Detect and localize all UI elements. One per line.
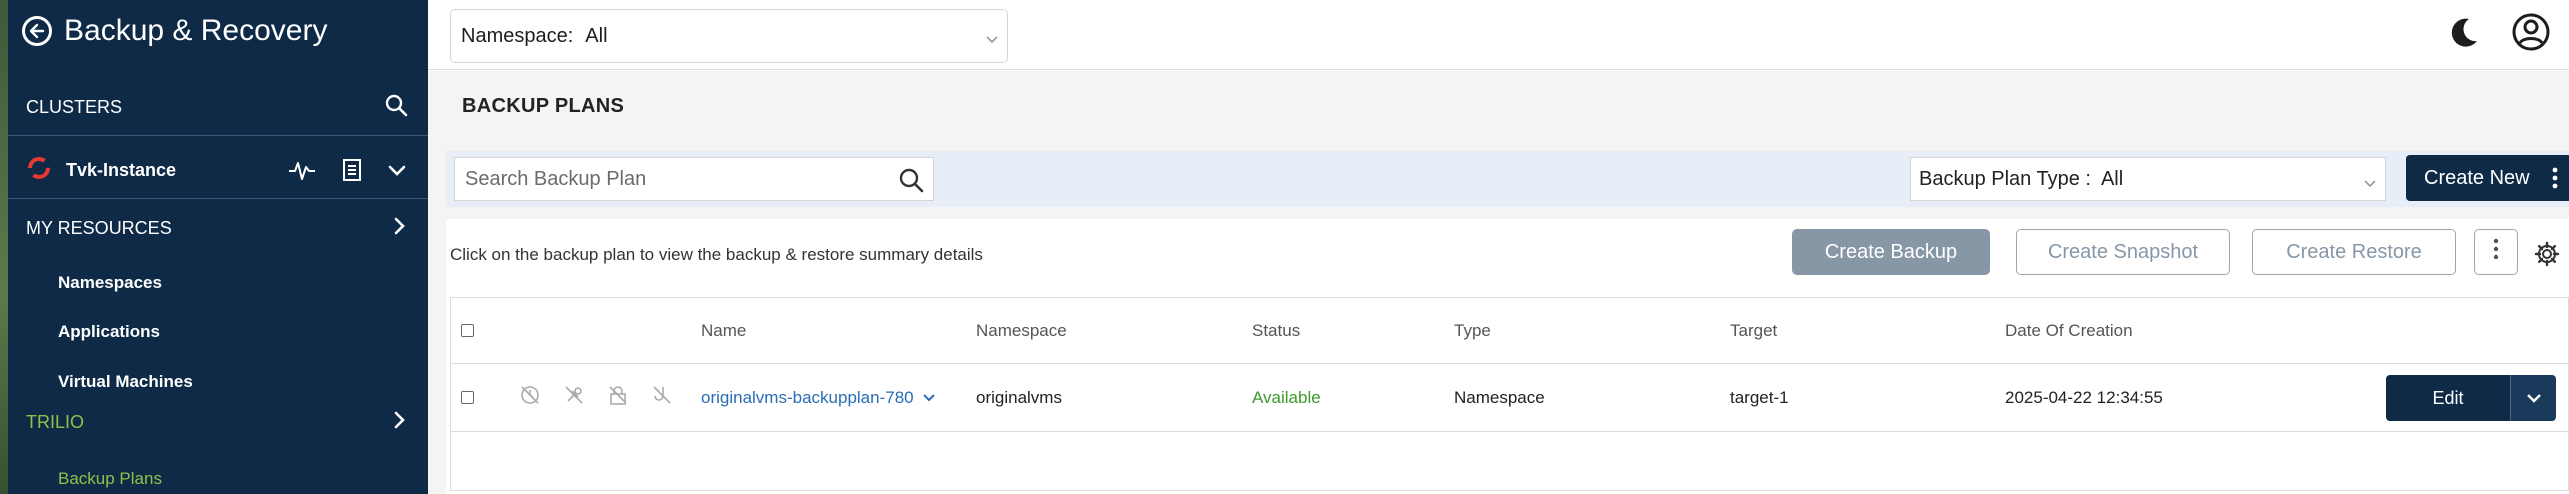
table-header: Name Namespace Status Type Target Date O… xyxy=(451,298,2568,364)
top-bar: Namespace: All xyxy=(428,0,2569,70)
chevron-down-icon xyxy=(2526,388,2542,408)
chevron-down-icon xyxy=(985,28,999,51)
hint-text: Click on the backup plan to view the bac… xyxy=(450,245,983,264)
column-header[interactable]: Date Of Creation xyxy=(2005,298,2133,363)
chevron-down-icon[interactable] xyxy=(388,164,406,182)
target-cell: target-1 xyxy=(1730,387,1789,407)
instance-tools xyxy=(288,158,406,187)
chevron-right-icon xyxy=(394,411,406,434)
type-cell: Namespace xyxy=(1454,387,1545,407)
edit-button-group: Edit xyxy=(2386,375,2556,421)
filter-bar: Search Backup Plan Backup Plan Type : Al… xyxy=(446,151,2569,207)
column-header[interactable]: Status xyxy=(1252,298,1300,363)
date-cell: 2025-04-22 12:34:55 xyxy=(2005,387,2163,407)
row-checkbox[interactable] xyxy=(461,391,474,404)
user-profile-icon[interactable] xyxy=(2511,12,2551,57)
row-select-cell xyxy=(461,364,474,431)
top-icons xyxy=(2447,12,2551,57)
more-actions-button[interactable] xyxy=(2474,229,2518,275)
backup-plan-name-link[interactable]: originalvms-backupplan-780 xyxy=(701,364,936,431)
namespace-value: All xyxy=(585,24,608,47)
app-title: Backup & Recovery xyxy=(64,14,328,47)
backup-plan-name: originalvms-backupplan-780 xyxy=(701,387,914,407)
create-backup-button[interactable]: Create Backup xyxy=(1792,229,1990,275)
namespace-select[interactable]: Namespace: All xyxy=(450,9,1008,63)
search-icon[interactable] xyxy=(897,166,925,200)
namespace-label: Namespace: xyxy=(461,24,574,47)
backup-plans-panel: Click on the backup plan to view the bac… xyxy=(446,219,2569,494)
kebab-menu-icon xyxy=(2493,238,2499,266)
sidebar-item-namespaces[interactable]: Namespaces xyxy=(58,273,162,293)
sidebar-item-trilio[interactable]: TRILIO xyxy=(8,402,428,442)
sidebar-item-virtual-machines[interactable]: Virtual Machines xyxy=(58,372,193,392)
create-new-button[interactable]: Create New xyxy=(2406,155,2569,201)
trilio-label: TRILIO xyxy=(26,411,85,432)
chevron-down-icon[interactable] xyxy=(922,388,936,408)
moon-icon[interactable] xyxy=(2447,15,2481,54)
row-status-icons xyxy=(519,364,673,431)
cluster-instance[interactable]: Tvk-Instance xyxy=(8,144,428,196)
clusters-header: CLUSTERS xyxy=(8,82,428,132)
table-row[interactable]: originalvms-backupplan-780 originalvms A… xyxy=(451,364,2568,432)
column-header[interactable]: Type xyxy=(1454,298,1491,363)
select-all-checkbox[interactable] xyxy=(461,324,474,337)
main-content: BACKUP PLANS Search Backup Plan Backup P… xyxy=(428,71,2569,494)
schedule-disabled-icon xyxy=(519,384,541,411)
sidebar-header: Backup & Recovery xyxy=(8,0,428,62)
backup-plan-type-select[interactable]: Backup Plan Type : All xyxy=(1910,157,2386,201)
column-header[interactable]: Namespace xyxy=(976,298,1067,363)
gear-icon[interactable] xyxy=(2534,241,2560,272)
kebab-menu-icon xyxy=(2552,167,2558,195)
sidebar-item-applications[interactable]: Applications xyxy=(58,322,160,342)
sidebar-item-backup-plans[interactable]: Backup Plans xyxy=(58,469,162,489)
column-header[interactable]: Target xyxy=(1730,298,1777,363)
document-icon[interactable] xyxy=(342,158,362,187)
status-cell: Available xyxy=(1252,387,1321,407)
divider xyxy=(8,135,428,136)
edit-button[interactable]: Edit xyxy=(2386,375,2510,421)
type-label: Backup Plan Type : xyxy=(1919,167,2091,190)
background-strip xyxy=(0,0,8,494)
search-input[interactable]: Search Backup Plan xyxy=(454,157,934,201)
column-header[interactable]: Name xyxy=(701,298,746,363)
instance-name: Tvk-Instance xyxy=(66,159,177,180)
retention-disabled-icon xyxy=(563,384,585,411)
chevron-right-icon xyxy=(394,217,406,240)
activity-pulse-icon[interactable] xyxy=(288,159,316,186)
sidebar: Backup & Recovery CLUSTERS Tvk-Instance … xyxy=(8,0,428,494)
clusters-label: CLUSTERS xyxy=(26,96,123,117)
sidebar-item-my-resources[interactable]: MY RESOURCES xyxy=(8,208,428,248)
chevron-down-icon xyxy=(2363,172,2377,195)
backup-plans-table: Name Namespace Status Type Target Date O… xyxy=(450,297,2569,491)
my-resources-label: MY RESOURCES xyxy=(26,217,172,238)
openshift-logo-icon xyxy=(26,155,52,186)
namespace-cell: originalvms xyxy=(976,387,1062,407)
edit-dropdown-button[interactable] xyxy=(2510,375,2556,421)
type-value: All xyxy=(2100,167,2124,190)
search-icon[interactable] xyxy=(384,93,408,122)
divider xyxy=(8,198,428,199)
search-placeholder: Search Backup Plan xyxy=(465,167,647,190)
lock-disabled-icon xyxy=(607,384,629,411)
page-title: BACKUP PLANS xyxy=(462,95,625,117)
hook-disabled-icon xyxy=(651,384,673,411)
create-snapshot-button[interactable]: Create Snapshot xyxy=(2016,229,2230,275)
back-arrow-icon[interactable] xyxy=(22,16,52,46)
create-restore-button[interactable]: Create Restore xyxy=(2252,229,2456,275)
select-all-cell xyxy=(461,298,474,363)
create-new-label: Create New xyxy=(2424,166,2530,189)
